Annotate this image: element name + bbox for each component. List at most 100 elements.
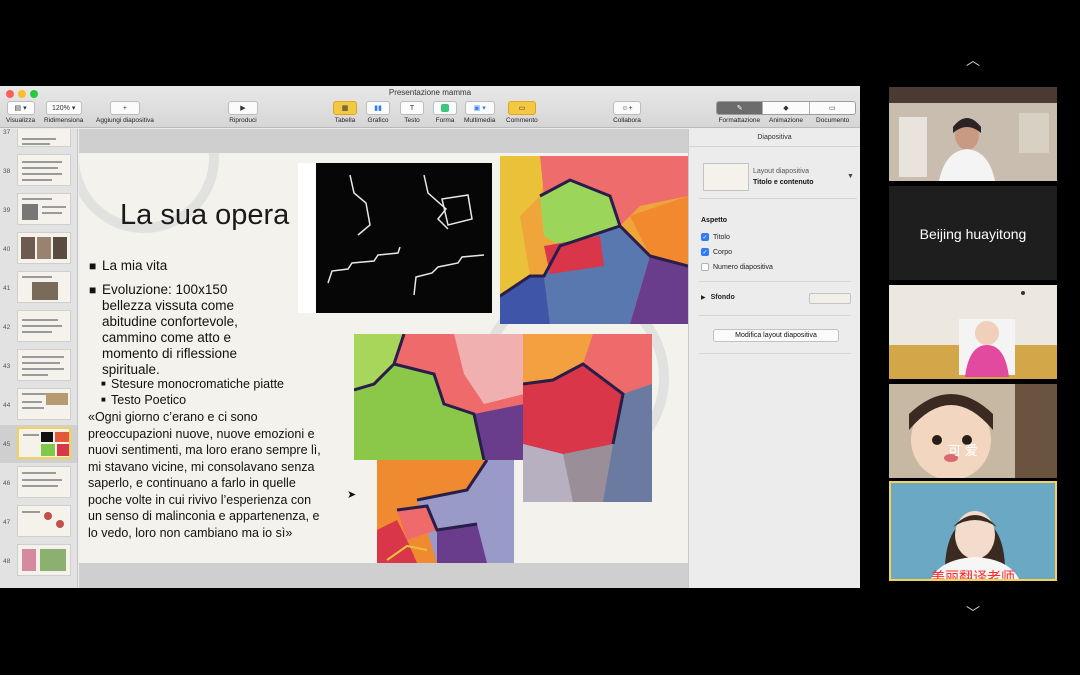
table-button[interactable]: ▦ Tabella bbox=[333, 101, 357, 124]
video-tile-1[interactable] bbox=[889, 87, 1057, 181]
text-icon: T bbox=[400, 101, 424, 115]
checkmark-icon: ✓ bbox=[701, 248, 709, 256]
participant-video bbox=[889, 87, 1057, 181]
artwork-drawing bbox=[377, 460, 514, 563]
background-color-well[interactable] bbox=[809, 293, 851, 304]
window-title: Presentazione mamma bbox=[388, 88, 472, 97]
slide-thumbnail bbox=[17, 349, 71, 381]
play-icon: ▶ bbox=[228, 101, 258, 115]
participant-video bbox=[891, 483, 1055, 579]
comment-icon: ▭ bbox=[507, 101, 536, 115]
artwork-drawing bbox=[316, 163, 492, 313]
format-tab[interactable]: ✎ bbox=[717, 102, 764, 114]
plus-icon: + bbox=[109, 101, 140, 115]
brush-icon: ✎ bbox=[736, 105, 743, 112]
nav-slide-44[interactable]: 44 bbox=[0, 386, 77, 424]
nav-slide-40[interactable]: 40 bbox=[0, 230, 77, 268]
collaborate-icon: ☺+ bbox=[613, 101, 641, 115]
artwork-color-4[interactable] bbox=[377, 460, 514, 563]
slide-thumbnail bbox=[17, 310, 71, 342]
nav-slide-46[interactable]: 46 bbox=[0, 464, 77, 502]
view-button[interactable]: ▤ ▾ Visualizza bbox=[6, 101, 35, 124]
animate-icon: ◆ bbox=[783, 105, 789, 112]
slide-thumbnail bbox=[17, 232, 71, 264]
document-icon: ▭ bbox=[829, 105, 836, 112]
title-checkbox[interactable]: ✓ Titolo bbox=[701, 233, 730, 241]
artwork-color-3[interactable] bbox=[523, 334, 652, 502]
text-button[interactable]: T Testo bbox=[400, 101, 424, 124]
image-icon: ▣ ▾ bbox=[464, 101, 495, 115]
animate-tab[interactable]: ◆ bbox=[763, 102, 810, 114]
nav-slide-43[interactable]: 43 bbox=[0, 347, 77, 385]
zoom-button[interactable]: 120% ▾ Ridimensiona bbox=[44, 101, 83, 124]
slide-thumbnail bbox=[17, 466, 71, 498]
artwork-drawing bbox=[500, 156, 688, 324]
participant-name: Beijing huayitong bbox=[919, 226, 1027, 242]
shape-icon bbox=[433, 101, 457, 115]
video-tile-2[interactable]: Beijing huayitong bbox=[889, 186, 1057, 280]
nav-slide-37[interactable]: 37 bbox=[0, 129, 77, 151]
body-checkbox[interactable]: ✓ Corpo bbox=[701, 248, 732, 256]
slide-thumbnail bbox=[17, 193, 71, 225]
document-tab[interactable]: ▭ bbox=[809, 102, 855, 114]
shape-button[interactable]: Forma bbox=[433, 101, 457, 124]
video-tile-5-active-speaker[interactable]: 美丽翻译老师 bbox=[889, 481, 1057, 581]
video-tile-4[interactable]: 可 爱 bbox=[889, 384, 1057, 478]
nav-slide-45[interactable]: 45 bbox=[0, 425, 77, 463]
bullet-evolution[interactable]: ■ Evoluzione: 100x150 bellezza vissuta c… bbox=[89, 282, 238, 378]
slide-thumbnail bbox=[17, 505, 71, 537]
nav-slide-42[interactable]: 42 bbox=[0, 308, 77, 346]
inspector-switcher: ✎ ◆ ▭ bbox=[716, 101, 856, 115]
scroll-up-chevron-icon[interactable]: ︿ bbox=[958, 50, 988, 70]
comment-button[interactable]: ▭ Commento bbox=[506, 101, 538, 124]
play-button[interactable]: ▶ Riproduci bbox=[228, 101, 258, 124]
current-slide[interactable]: La sua opera ■ La mia vita ■ Evoluzione: … bbox=[79, 153, 688, 563]
artwork-black-lines[interactable] bbox=[298, 163, 492, 313]
edit-slide-layout-button[interactable]: Modifica layout diapositiva bbox=[713, 329, 839, 342]
poem-text[interactable]: «Ogni giorno c’erano e ci sono preoccupa… bbox=[88, 409, 358, 541]
slide-navigator: 37 38 39 40 41 42 43 44 45 46 47 48 bbox=[0, 129, 78, 588]
video-tile-3[interactable] bbox=[889, 285, 1057, 379]
nav-slide-47[interactable]: 47 bbox=[0, 503, 77, 541]
nav-slide-48[interactable]: 48 bbox=[0, 542, 77, 580]
mouse-cursor-icon: ➤ bbox=[347, 489, 357, 501]
slide-thumbnail bbox=[17, 544, 71, 576]
nav-slide-39[interactable]: 39 bbox=[0, 191, 77, 229]
slide-thumbnail bbox=[17, 271, 71, 303]
slide-title[interactable]: La sua opera bbox=[120, 199, 289, 232]
slide-thumbnail bbox=[17, 154, 71, 186]
inspector-header: Diapositiva bbox=[689, 129, 860, 147]
aspect-label: Aspetto bbox=[701, 217, 728, 224]
disclosure-triangle-icon: ▶ bbox=[701, 295, 706, 301]
format-inspector: Diapositiva Layout diapositiva Titolo e … bbox=[688, 129, 860, 588]
participant-video bbox=[889, 384, 1057, 478]
bullet-my-life[interactable]: ■ La mia vita bbox=[89, 258, 167, 274]
bullet-poetic-text[interactable]: ■ Testo Poetico bbox=[101, 392, 186, 408]
media-button[interactable]: ▣ ▾ Multimedia bbox=[464, 101, 495, 124]
artwork-color-2[interactable] bbox=[354, 334, 524, 460]
table-icon: ▦ bbox=[333, 101, 357, 115]
scroll-down-chevron-icon[interactable]: ﹀ bbox=[958, 603, 988, 623]
background-disclosure[interactable]: ▶ Sfondo bbox=[701, 294, 735, 301]
chevron-down-icon: ▼ bbox=[847, 173, 854, 180]
artwork-drawing bbox=[523, 334, 652, 502]
slide-thumbnail bbox=[17, 388, 71, 420]
nav-slide-38[interactable]: 38 bbox=[0, 152, 77, 190]
inspector-switcher-labels: Formattazione Animazione Documento bbox=[718, 117, 850, 124]
checkmark-icon: ✓ bbox=[701, 233, 709, 241]
collaborate-button[interactable]: ☺+ Collabora bbox=[613, 101, 641, 124]
slide-layout-selector[interactable]: Layout diapositiva Titolo e contenuto ▼ bbox=[699, 153, 857, 199]
nav-slide-41[interactable]: 41 bbox=[0, 269, 77, 307]
toolbar: Presentazione mamma ▤ ▾ Visualizza 120% … bbox=[0, 86, 860, 128]
screen: Presentazione mamma ▤ ▾ Visualizza 120% … bbox=[0, 0, 1080, 675]
add-slide-button[interactable]: + Aggiungi diapositiva bbox=[96, 101, 154, 124]
sidebar-icon: ▤ ▾ bbox=[6, 101, 35, 115]
slide-canvas[interactable]: La sua opera ■ La mia vita ■ Evoluzione: … bbox=[79, 129, 688, 588]
chart-button[interactable]: ▮▮ Grafico bbox=[366, 101, 390, 124]
keynote-window: Presentazione mamma ▤ ▾ Visualizza 120% … bbox=[0, 86, 860, 588]
slide-number-checkbox[interactable]: Numero diapositiva bbox=[701, 263, 773, 271]
artwork-drawing bbox=[354, 334, 524, 460]
layout-thumbnail bbox=[703, 163, 749, 191]
artwork-color-1[interactable] bbox=[500, 156, 688, 324]
bullet-flat-layers[interactable]: ■ Stesure monocromatiche piatte bbox=[101, 376, 284, 392]
